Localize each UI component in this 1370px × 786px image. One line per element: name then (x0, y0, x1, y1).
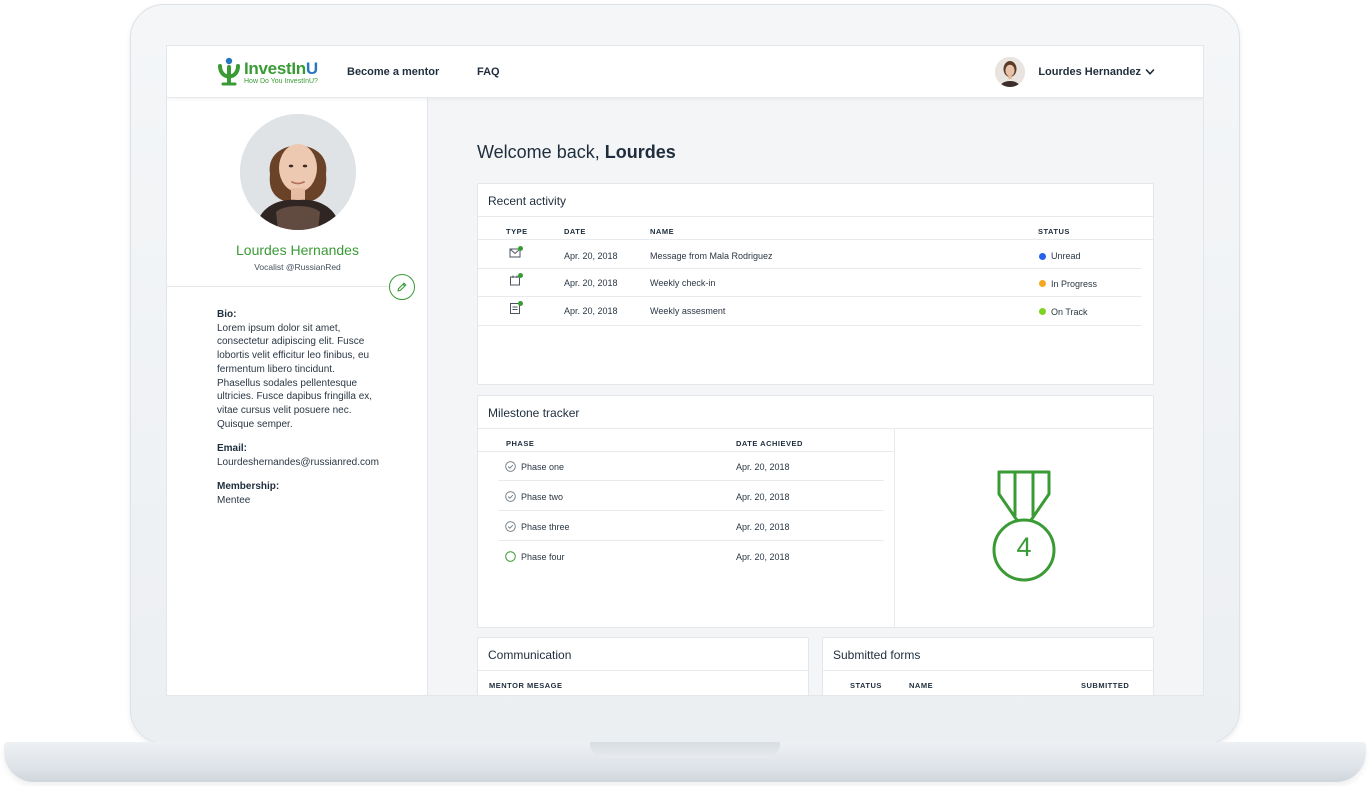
email-section: Email: Lourdeshernandes@russianred.com (217, 442, 387, 469)
status-badge: On Track (1051, 307, 1088, 317)
bio-label: Bio: (217, 309, 237, 320)
bio-line: ultricies. Fusce dapibus fringilla ex, (217, 391, 373, 403)
status-dot (1039, 253, 1046, 260)
laptop-notch (590, 742, 780, 758)
user-name[interactable]: Lourdes Hernandez (1038, 66, 1141, 78)
divider (478, 296, 1141, 297)
logo-mark-icon (218, 57, 240, 86)
divider (498, 510, 884, 511)
page-title: Welcome back, Lourdes (477, 142, 676, 162)
logo-tagline: How Do You InvestInU? (244, 77, 318, 85)
chevron-down-icon[interactable] (1145, 67, 1155, 77)
milestone-title: Milestone tracker (488, 406, 580, 420)
logo[interactable]: InvestInU How Do You InvestInU? (217, 56, 318, 88)
calendar-icon (510, 273, 523, 286)
column-header-date: DATE (564, 227, 586, 236)
mail-icon (509, 246, 523, 258)
top-nav: InvestInU How Do You InvestInU? Become a… (167, 46, 1203, 98)
email-value[interactable]: Lourdeshernandes@russianred.com (217, 456, 387, 470)
milestone-badge-panel: 4 (894, 428, 1154, 628)
logo-name: InvestInU (244, 58, 318, 78)
column-header-date-achieved: DATE ACHIEVED (736, 439, 803, 448)
divider (478, 670, 808, 671)
divider (478, 216, 1153, 217)
profile-photo (240, 114, 356, 230)
submitted-forms-title: Submitted forms (833, 648, 921, 662)
milestone-tracker-card: Milestone tracker PHASE DATE ACHIEVED Ph… (477, 395, 1154, 628)
activity-date: Apr. 20, 2018 (564, 278, 618, 288)
status-dot (1039, 280, 1046, 287)
pencil-icon (397, 282, 407, 292)
membership-value: Mentee (217, 494, 251, 506)
avatar[interactable] (995, 57, 1026, 87)
activity-name[interactable]: Weekly assesment (650, 306, 725, 316)
check-circle-icon (505, 521, 516, 532)
check-circle-icon (505, 461, 516, 472)
column-header-type: TYPE (506, 227, 528, 236)
edit-profile-button[interactable] (389, 274, 415, 300)
bio-line: Quisque semper. (217, 418, 293, 430)
phase-name: Phase three (521, 522, 570, 532)
divider (167, 286, 402, 287)
bio-line: Lorem ipsum dolor sit amet, (217, 322, 341, 334)
phase-name: Phase two (521, 492, 564, 502)
bio-line: Phasellus sodales pellentesque (217, 377, 358, 389)
membership-label: Membership: (217, 481, 280, 492)
status-dot (1039, 308, 1046, 315)
submitted-forms-card: Submitted forms STATUS NAME SUBMITTED (822, 637, 1154, 695)
column-header-name: NAME (909, 681, 934, 690)
recent-activity-card: Recent activity TYPE DATE NAME STATUS Ap… (477, 183, 1154, 385)
bio-line: fermentum libero tincidunt. (217, 363, 335, 375)
nav-become-mentor[interactable]: Become a mentor (347, 66, 439, 78)
nav-faq[interactable]: FAQ (477, 66, 500, 78)
communication-title: Communication (488, 648, 572, 662)
status-badge: Unread (1051, 251, 1081, 261)
column-header-name: NAME (650, 227, 675, 236)
email-label: Email: (217, 443, 248, 454)
divider (498, 540, 884, 541)
app-screen: InvestInU How Do You InvestInU? Become a… (166, 45, 1204, 696)
document-icon (510, 301, 523, 314)
bio-section: Bio: Lorem ipsum dolor sit amet, consect… (217, 308, 387, 431)
medal-icon (992, 470, 1056, 582)
phase-date: Apr. 20, 2018 (736, 552, 790, 562)
divider (478, 325, 1141, 326)
bio-line: vitae cursus velit posuere nec. (217, 404, 352, 416)
profile-subtitle: Vocalist @RussianRed (254, 262, 341, 272)
activity-date: Apr. 20, 2018 (564, 306, 618, 316)
recent-activity-title: Recent activity (488, 194, 567, 208)
divider (478, 451, 894, 452)
column-header-status: STATUS (850, 681, 882, 690)
status-badge: In Progress (1051, 279, 1098, 289)
phase-name: Phase four (521, 552, 565, 562)
activity-name[interactable]: Message from Mala Rodriguez (650, 251, 773, 261)
column-header-phase: PHASE (506, 439, 535, 448)
column-header-status: STATUS (1038, 227, 1070, 236)
profile-sidebar: Lourdes Hernandes Vocalist @RussianRed B… (167, 98, 428, 695)
user-menu[interactable]: Lourdes Hernandez (995, 57, 1155, 87)
bio-line: consectetur adipiscing elit. Fusce (217, 336, 365, 348)
column-header-submitted: SUBMITTED (1081, 681, 1130, 690)
activity-name[interactable]: Weekly check-in (650, 278, 715, 288)
activity-date: Apr. 20, 2018 (564, 251, 618, 261)
profile-name: Lourdes Hernandes (236, 242, 359, 258)
bio-line: lobortis velit efficitur leo finibus, eu (217, 350, 370, 362)
divider (478, 268, 1141, 269)
check-circle-icon (505, 491, 516, 502)
phase-date: Apr. 20, 2018 (736, 522, 790, 532)
phase-name: Phase one (521, 462, 565, 472)
membership-section: Membership: Mentee (217, 480, 387, 507)
divider (478, 239, 1153, 240)
phase-date: Apr. 20, 2018 (736, 492, 790, 502)
divider (498, 480, 884, 481)
communication-card: Communication MENTOR MESAGE (477, 637, 809, 695)
divider (823, 670, 1153, 671)
milestone-badge-number: 4 (1016, 532, 1032, 562)
phase-date: Apr. 20, 2018 (736, 462, 790, 472)
circle-outline-icon (505, 551, 516, 562)
column-header-mentor-message: MENTOR MESAGE (489, 681, 563, 690)
